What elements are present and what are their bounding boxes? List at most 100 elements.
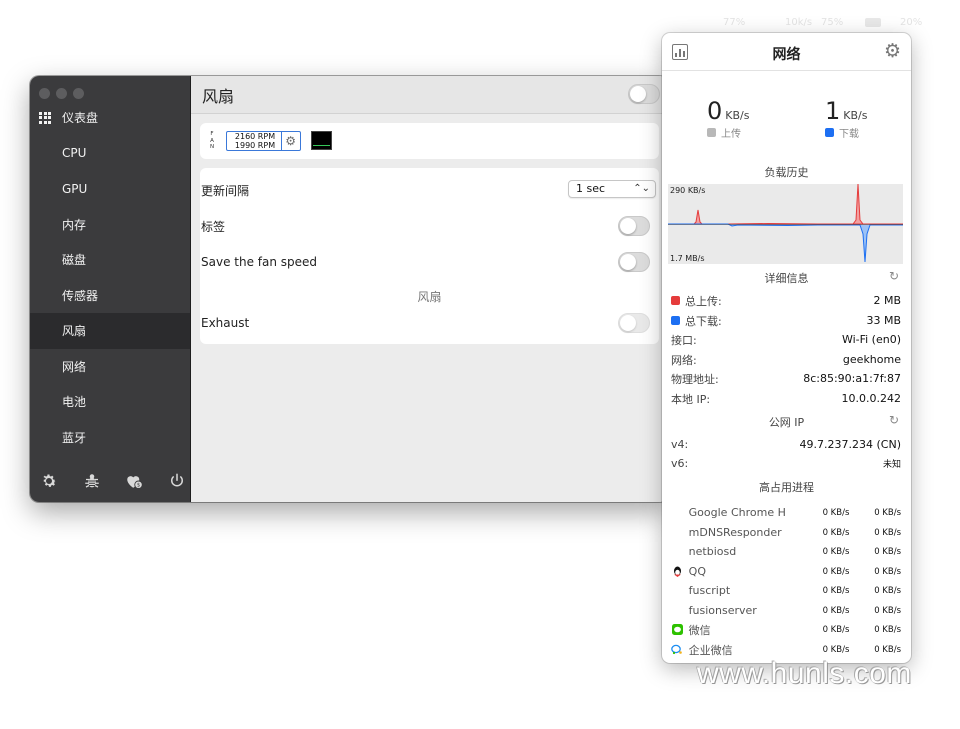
popup-title: 网络 <box>772 47 801 63</box>
detail-value: 33 MB <box>866 314 901 327</box>
save-fan-speed-toggle[interactable] <box>618 252 650 272</box>
save-fan-speed-label: Save the fan speed <box>201 255 318 269</box>
menubar-item[interactable]: 10k/s <box>785 17 812 28</box>
fan-rpm-2: 1990 RPM <box>234 140 276 150</box>
sidebar-item-label: CPU <box>62 146 87 161</box>
gear-icon[interactable]: ⚙ <box>285 134 296 148</box>
detail-value: 10.0.0.242 <box>841 392 901 405</box>
process-download: 0 KB/s <box>874 585 901 596</box>
process-name: 企业微信 <box>688 643 733 657</box>
chevron-updown-icon: ⌃⌄ <box>633 183 650 194</box>
details-section-title: 详细信息 <box>764 272 809 285</box>
process-download: 0 KB/s <box>874 624 901 635</box>
process-row: 微信 0 KB/s 0 KB/s <box>671 621 901 638</box>
network-history-graph: 290 KB/s 1.7 MB/s <box>668 183 903 264</box>
sidebar-item-label: 电池 <box>62 395 87 410</box>
fan-widget-preview: FAN 2160 RPM 1990 RPM ⚙ <box>200 123 659 159</box>
content-header: 风扇 <box>191 76 668 114</box>
sidebar-item-bluetooth[interactable]: 蓝牙 <box>30 420 190 456</box>
wecom-icon <box>671 643 684 656</box>
gear-icon[interactable] <box>38 472 60 494</box>
network-popup: 网络 ⚙ 0 KB/s 上传 1 KB/s 下载 负载历史 290 KB/s 1.7… <box>662 33 911 663</box>
close-button[interactable] <box>39 88 50 99</box>
process-upload: 0 KB/s <box>822 546 850 557</box>
sidebar-footer: $ <box>38 472 188 494</box>
zoom-button[interactable] <box>73 88 84 99</box>
process-upload: 0 KB/s <box>822 605 850 616</box>
sidebar-item-label: 蓝牙 <box>62 430 87 445</box>
process-row: Google Chrome H 0 KB/s 0 KB/s <box>671 504 901 521</box>
process-name: netbiosd <box>688 545 737 558</box>
sidebar-item-gpu[interactable]: GPU <box>30 171 190 207</box>
power-icon[interactable] <box>166 472 188 494</box>
sidebar-item-cpu[interactable]: CPU <box>30 136 190 172</box>
divider <box>281 132 282 150</box>
public-ip-section-title: 公网 IP <box>768 416 805 429</box>
menubar-battery-icon[interactable] <box>865 18 881 27</box>
detail-row-interface: 接口: Wi-Fi (en0) <box>671 331 901 348</box>
history-graph-svg <box>668 183 903 263</box>
process-upload: 0 KB/s <box>822 644 850 655</box>
detail-key: v6: <box>671 457 689 470</box>
sidebar-item-battery[interactable]: 电池 <box>30 384 190 420</box>
bug-icon[interactable] <box>81 472 103 494</box>
update-interval-select[interactable]: 1 sec ⌃⌄ <box>568 180 656 198</box>
minimize-button[interactable] <box>56 88 67 99</box>
download-color-swatch <box>671 316 680 325</box>
menubar-item[interactable]: 75% <box>821 17 843 28</box>
content-pane: 风扇 FAN 2160 RPM 1990 RPM ⚙ 更新间隔 1 sec ⌃⌄ <box>190 76 668 502</box>
wechat-icon <box>671 623 684 636</box>
graph-bottom-label: 1.7 MB/s <box>670 254 705 263</box>
sidebar-nav: 仪表盘 CPU GPU 内存 磁盘 传感器 风扇 网络 电池 蓝牙 <box>30 100 190 455</box>
refresh-icon[interactable]: ↻ <box>889 413 899 427</box>
detail-value: 49.7.237.234 (CN) <box>799 438 901 451</box>
label-toggle[interactable] <box>618 216 650 236</box>
process-download: 0 KB/s <box>874 527 901 538</box>
detail-row-mac-address: 物理地址: 8c:85:90:a1:7f:87 <box>671 370 901 387</box>
detail-row-local-ip: 本地 IP: 10.0.0.242 <box>671 390 901 407</box>
update-interval-value: 1 sec <box>576 182 606 195</box>
download-speed: 1 KB/s 下载 <box>825 97 911 140</box>
process-name: fuscript <box>688 584 731 597</box>
sidebar-item-fans[interactable]: 风扇 <box>30 313 190 349</box>
heart-icon[interactable]: $ <box>123 472 145 494</box>
process-download: 0 KB/s <box>874 644 901 655</box>
settings-window: 仪表盘 CPU GPU 内存 磁盘 传感器 风扇 网络 电池 蓝牙 $ 风扇 F… <box>30 76 668 502</box>
process-name: mDNSResponder <box>688 526 782 539</box>
sidebar-item-network[interactable]: 网络 <box>30 349 190 385</box>
public-ip-v4-row: v4: 49.7.237.234 (CN) <box>671 436 901 453</box>
fan-chart-widget[interactable] <box>311 131 332 150</box>
gear-icon[interactable]: ⚙ <box>884 40 901 62</box>
qq-icon <box>671 565 684 578</box>
detail-value: Wi-Fi (en0) <box>841 333 901 346</box>
detail-row-total-download: 总下载: 33 MB <box>671 312 901 329</box>
sidebar-item-label: 仪表盘 <box>62 111 99 126</box>
fan-speed-widget[interactable]: 2160 RPM 1990 RPM ⚙ <box>226 131 301 151</box>
detail-key: 接口: <box>671 333 697 347</box>
process-name: QQ <box>688 565 706 578</box>
sidebar: 仪表盘 CPU GPU 内存 磁盘 传感器 风扇 网络 电池 蓝牙 $ <box>30 76 190 502</box>
process-upload: 0 KB/s <box>822 527 850 538</box>
module-enable-toggle[interactable] <box>628 84 660 104</box>
grid-icon <box>39 111 51 124</box>
sidebar-item-disk[interactable]: 磁盘 <box>30 242 190 278</box>
download-color-swatch <box>825 128 834 137</box>
history-section-title: 负载历史 <box>764 166 809 179</box>
upload-unit: KB/s <box>725 109 750 122</box>
sidebar-item-sensors[interactable]: 传感器 <box>30 278 190 314</box>
menubar-item[interactable]: 77% <box>723 17 745 28</box>
process-name: fusionserver <box>688 604 757 617</box>
fans-section-label: 风扇 <box>417 290 442 304</box>
refresh-icon[interactable]: ↻ <box>889 269 899 283</box>
process-download: 0 KB/s <box>874 507 901 518</box>
process-row: 企业微信 0 KB/s 0 KB/s <box>671 641 901 658</box>
sidebar-item-dashboard[interactable]: 仪表盘 <box>30 100 190 136</box>
menu-bar: 77% 10k/s 75% 20% <box>715 12 955 32</box>
label-row: 标签 <box>201 216 658 236</box>
menubar-item[interactable]: 20% <box>900 17 922 28</box>
popup-header: 网络 ⚙ <box>662 33 911 71</box>
sidebar-item-memory[interactable]: 内存 <box>30 207 190 243</box>
upload-value: 0 <box>707 97 723 125</box>
label-setting-label: 标签 <box>201 219 226 234</box>
exhaust-toggle[interactable] <box>618 313 650 333</box>
